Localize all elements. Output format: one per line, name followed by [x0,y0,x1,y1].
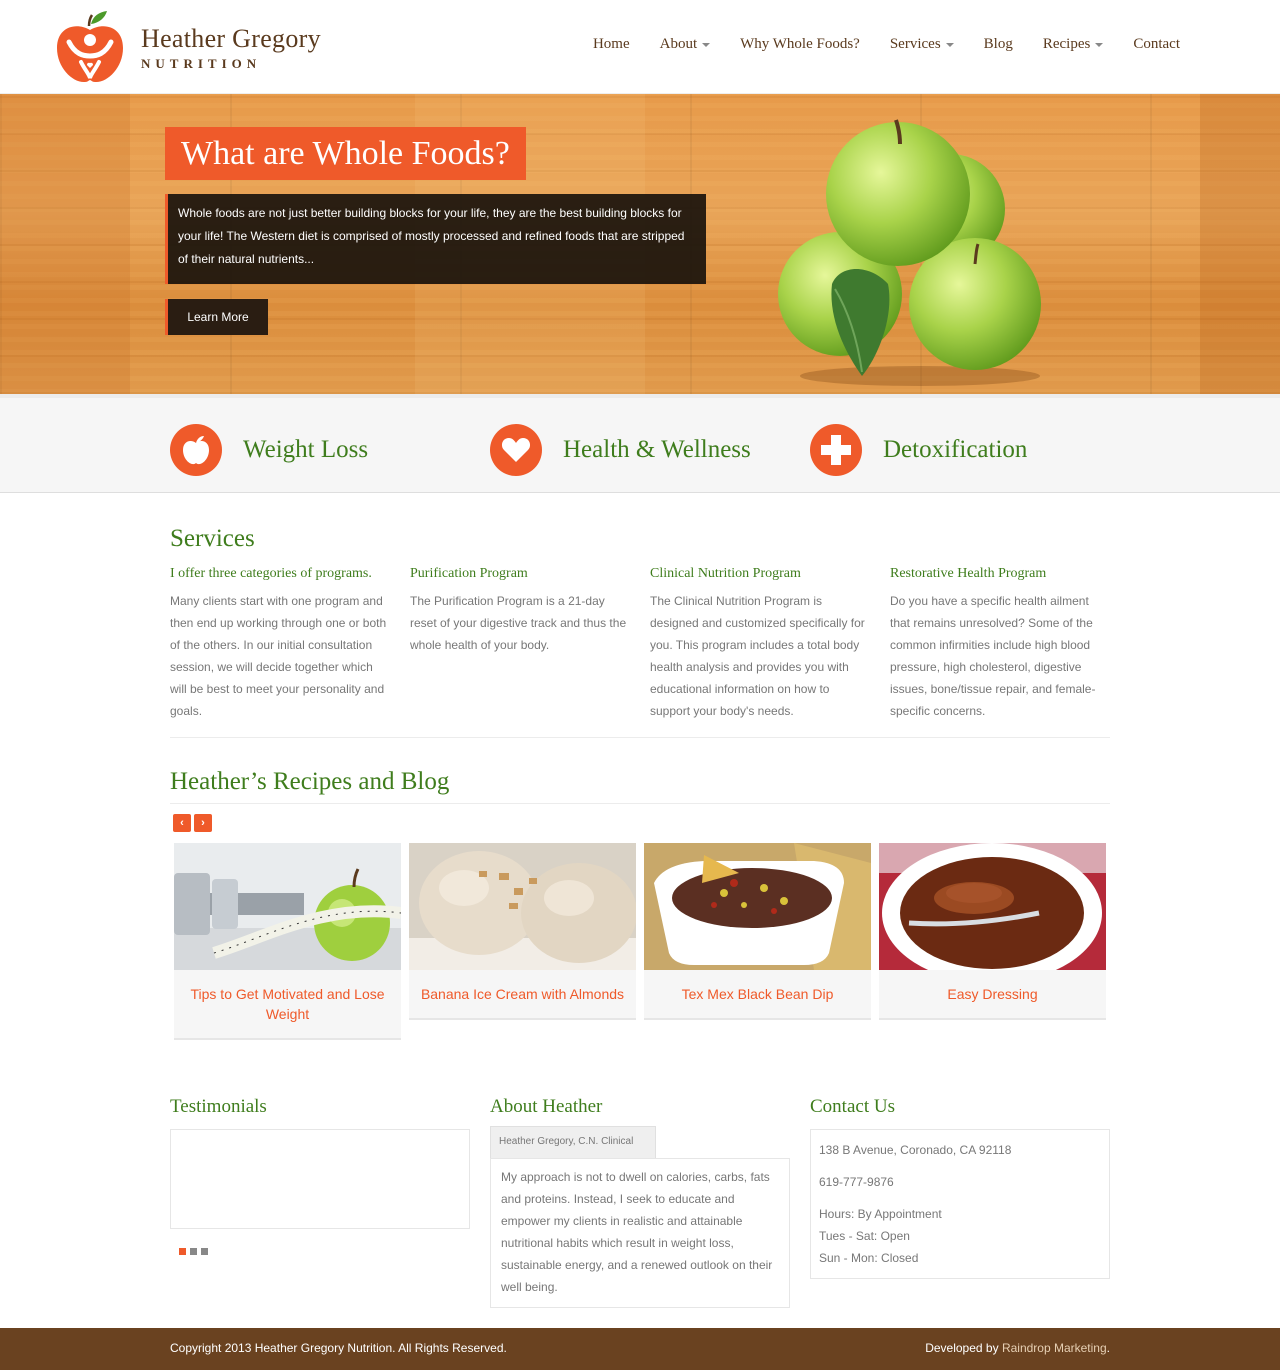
service-body: Do you have a specific health ailment th… [890,594,1096,718]
services-heading: Services [170,525,255,552]
blog-card[interactable]: Banana Ice Cream with Almonds [409,843,636,1020]
blog-card-title: Banana Ice Cream with Almonds [420,986,625,1002]
feature-weight-loss[interactable]: Weight Loss [170,424,368,476]
nav-services-label: Services [889,36,941,52]
pager-dot[interactable] [201,1248,208,1255]
nav-why-label: Why Whole Foods? [740,36,860,52]
pager-dot[interactable] [179,1248,186,1255]
cross-icon [810,424,862,476]
green-apples-image [778,119,1041,386]
hero-banner: What are Whole Foods? Whole foods are no… [0,94,1280,394]
logo[interactable]: Heather Gregory NUTRITION [55,10,321,84]
site-header: Heather Gregory NUTRITION Home About Why… [0,0,1280,94]
nav-contact-label: Contact [1133,36,1180,52]
blog-card[interactable]: Tips to Get Motivated and Lose Weight [174,843,401,1040]
apple-logo-icon [57,11,123,83]
hero-description: Whole foods are not just better building… [165,194,706,284]
blog-card-title: Tips to Get Motivated and Lose Weight [190,986,385,1022]
blog-card[interactable]: Easy Dressing [879,843,1106,1020]
blog-heading: Heather’s Recipes and Blog [170,768,450,795]
blog-card-title: Easy Dressing [947,986,1038,1002]
feature-label: Health & Wellness [563,436,751,463]
feature-label: Weight Loss [243,436,369,463]
testimonial-box [170,1129,470,1229]
main-nav: Home About Why Whole Foods? Services Blo… [563,36,1180,53]
carousel-prev-button[interactable]: ‹ [173,814,191,832]
testimonials-heading: Testimonials [170,1096,267,1117]
chevron-down-icon [945,42,954,47]
bean-dip-image [644,843,871,970]
blog-card-title: Tex Mex Black Bean Dip [681,986,834,1002]
service-title[interactable]: Restorative Health Program [890,566,1112,582]
contact-heading: Contact Us [810,1096,895,1117]
service-intro: I offer three categories of programs. Ma… [170,566,392,722]
dressing-image [879,843,1106,970]
carousel-next-button[interactable]: › [194,814,212,832]
ice-cream-image [409,843,636,970]
dumbbell-apple-image [174,843,401,970]
nav-recipes-label: Recipes [1042,36,1091,52]
learn-more-button[interactable]: Learn More [165,299,268,335]
section-divider [170,737,1110,738]
nav-about[interactable]: About [660,36,711,53]
service-body: The Clinical Nutrition Program is design… [650,594,865,718]
contact-address: 138 B Avenue, Coronado, CA 92118 [819,1143,1012,1157]
developer-link[interactable]: Raindrop Marketing [1002,1341,1107,1355]
contact-hours: Hours: By Appointment [819,1207,942,1221]
pager-dot[interactable] [190,1248,197,1255]
site-footer: Copyright 2013 Heather Gregory Nutrition… [0,1328,1280,1370]
contact-box: 138 B Avenue, Coronado, CA 92118 619-777… [810,1129,1110,1279]
heart-icon [490,424,542,476]
tab-about-heather[interactable]: Heather Gregory, C.N. Clinical [490,1126,656,1158]
nav-blog-label: Blog [983,36,1013,52]
service-clinical: Clinical Nutrition Program The Clinical … [650,566,872,722]
service-restorative: Restorative Health Program Do you have a… [890,566,1112,722]
service-body: The Purification Program is a 21-day res… [410,594,627,652]
apple-icon [170,424,222,476]
nav-home[interactable]: Home [593,36,630,53]
chevron-down-icon [1095,42,1104,47]
copyright: Copyright 2013 Heather Gregory Nutrition… [170,1341,507,1355]
section-divider [170,803,1110,804]
about-text: My approach is not to dwell on calories,… [490,1158,790,1308]
feature-strip: Weight Loss Health & Wellness Detoxifica… [0,394,1280,493]
hero-title: What are Whole Foods? [165,127,526,180]
feature-health-wellness[interactable]: Health & Wellness [490,424,751,476]
wood-plank [1200,94,1280,394]
about-heading: About Heather [490,1096,603,1117]
service-title[interactable]: Clinical Nutrition Program [650,566,872,582]
contact-tue-sat: Tues - Sat: Open [819,1229,910,1243]
service-body: Many clients start with one program and … [170,594,387,718]
contact-phone[interactable]: 619-777-9876 [819,1171,1101,1193]
service-title[interactable]: Purification Program [410,566,632,582]
brand-name: Heather Gregory [141,24,321,53]
brand-subtitle: NUTRITION [141,56,262,71]
nav-home-label: Home [592,36,630,52]
nav-recipes[interactable]: Recipes [1042,36,1104,53]
contact-sun-mon: Sun - Mon: Closed [819,1251,919,1265]
nav-contact[interactable]: Contact [1133,36,1180,53]
feature-label: Detoxification [883,436,1028,463]
nav-blog[interactable]: Blog [984,36,1013,53]
developed-suffix: . [1106,1341,1110,1355]
service-purification: Purification Program The Purification Pr… [410,566,632,656]
blog-card[interactable]: Tex Mex Black Bean Dip [644,843,871,1020]
service-title: I offer three categories of programs. [170,566,372,581]
chevron-down-icon [702,42,711,47]
wood-plank [0,94,130,394]
developer-credit: Developed by Raindrop Marketing. [925,1341,1110,1355]
nav-about-label: About [659,36,698,52]
developed-by-label: Developed by [925,1341,999,1355]
feature-detoxification[interactable]: Detoxification [810,424,1027,476]
nav-services[interactable]: Services [890,36,954,53]
testimonial-pager [179,1248,212,1255]
nav-why-whole-foods[interactable]: Why Whole Foods? [740,36,860,53]
